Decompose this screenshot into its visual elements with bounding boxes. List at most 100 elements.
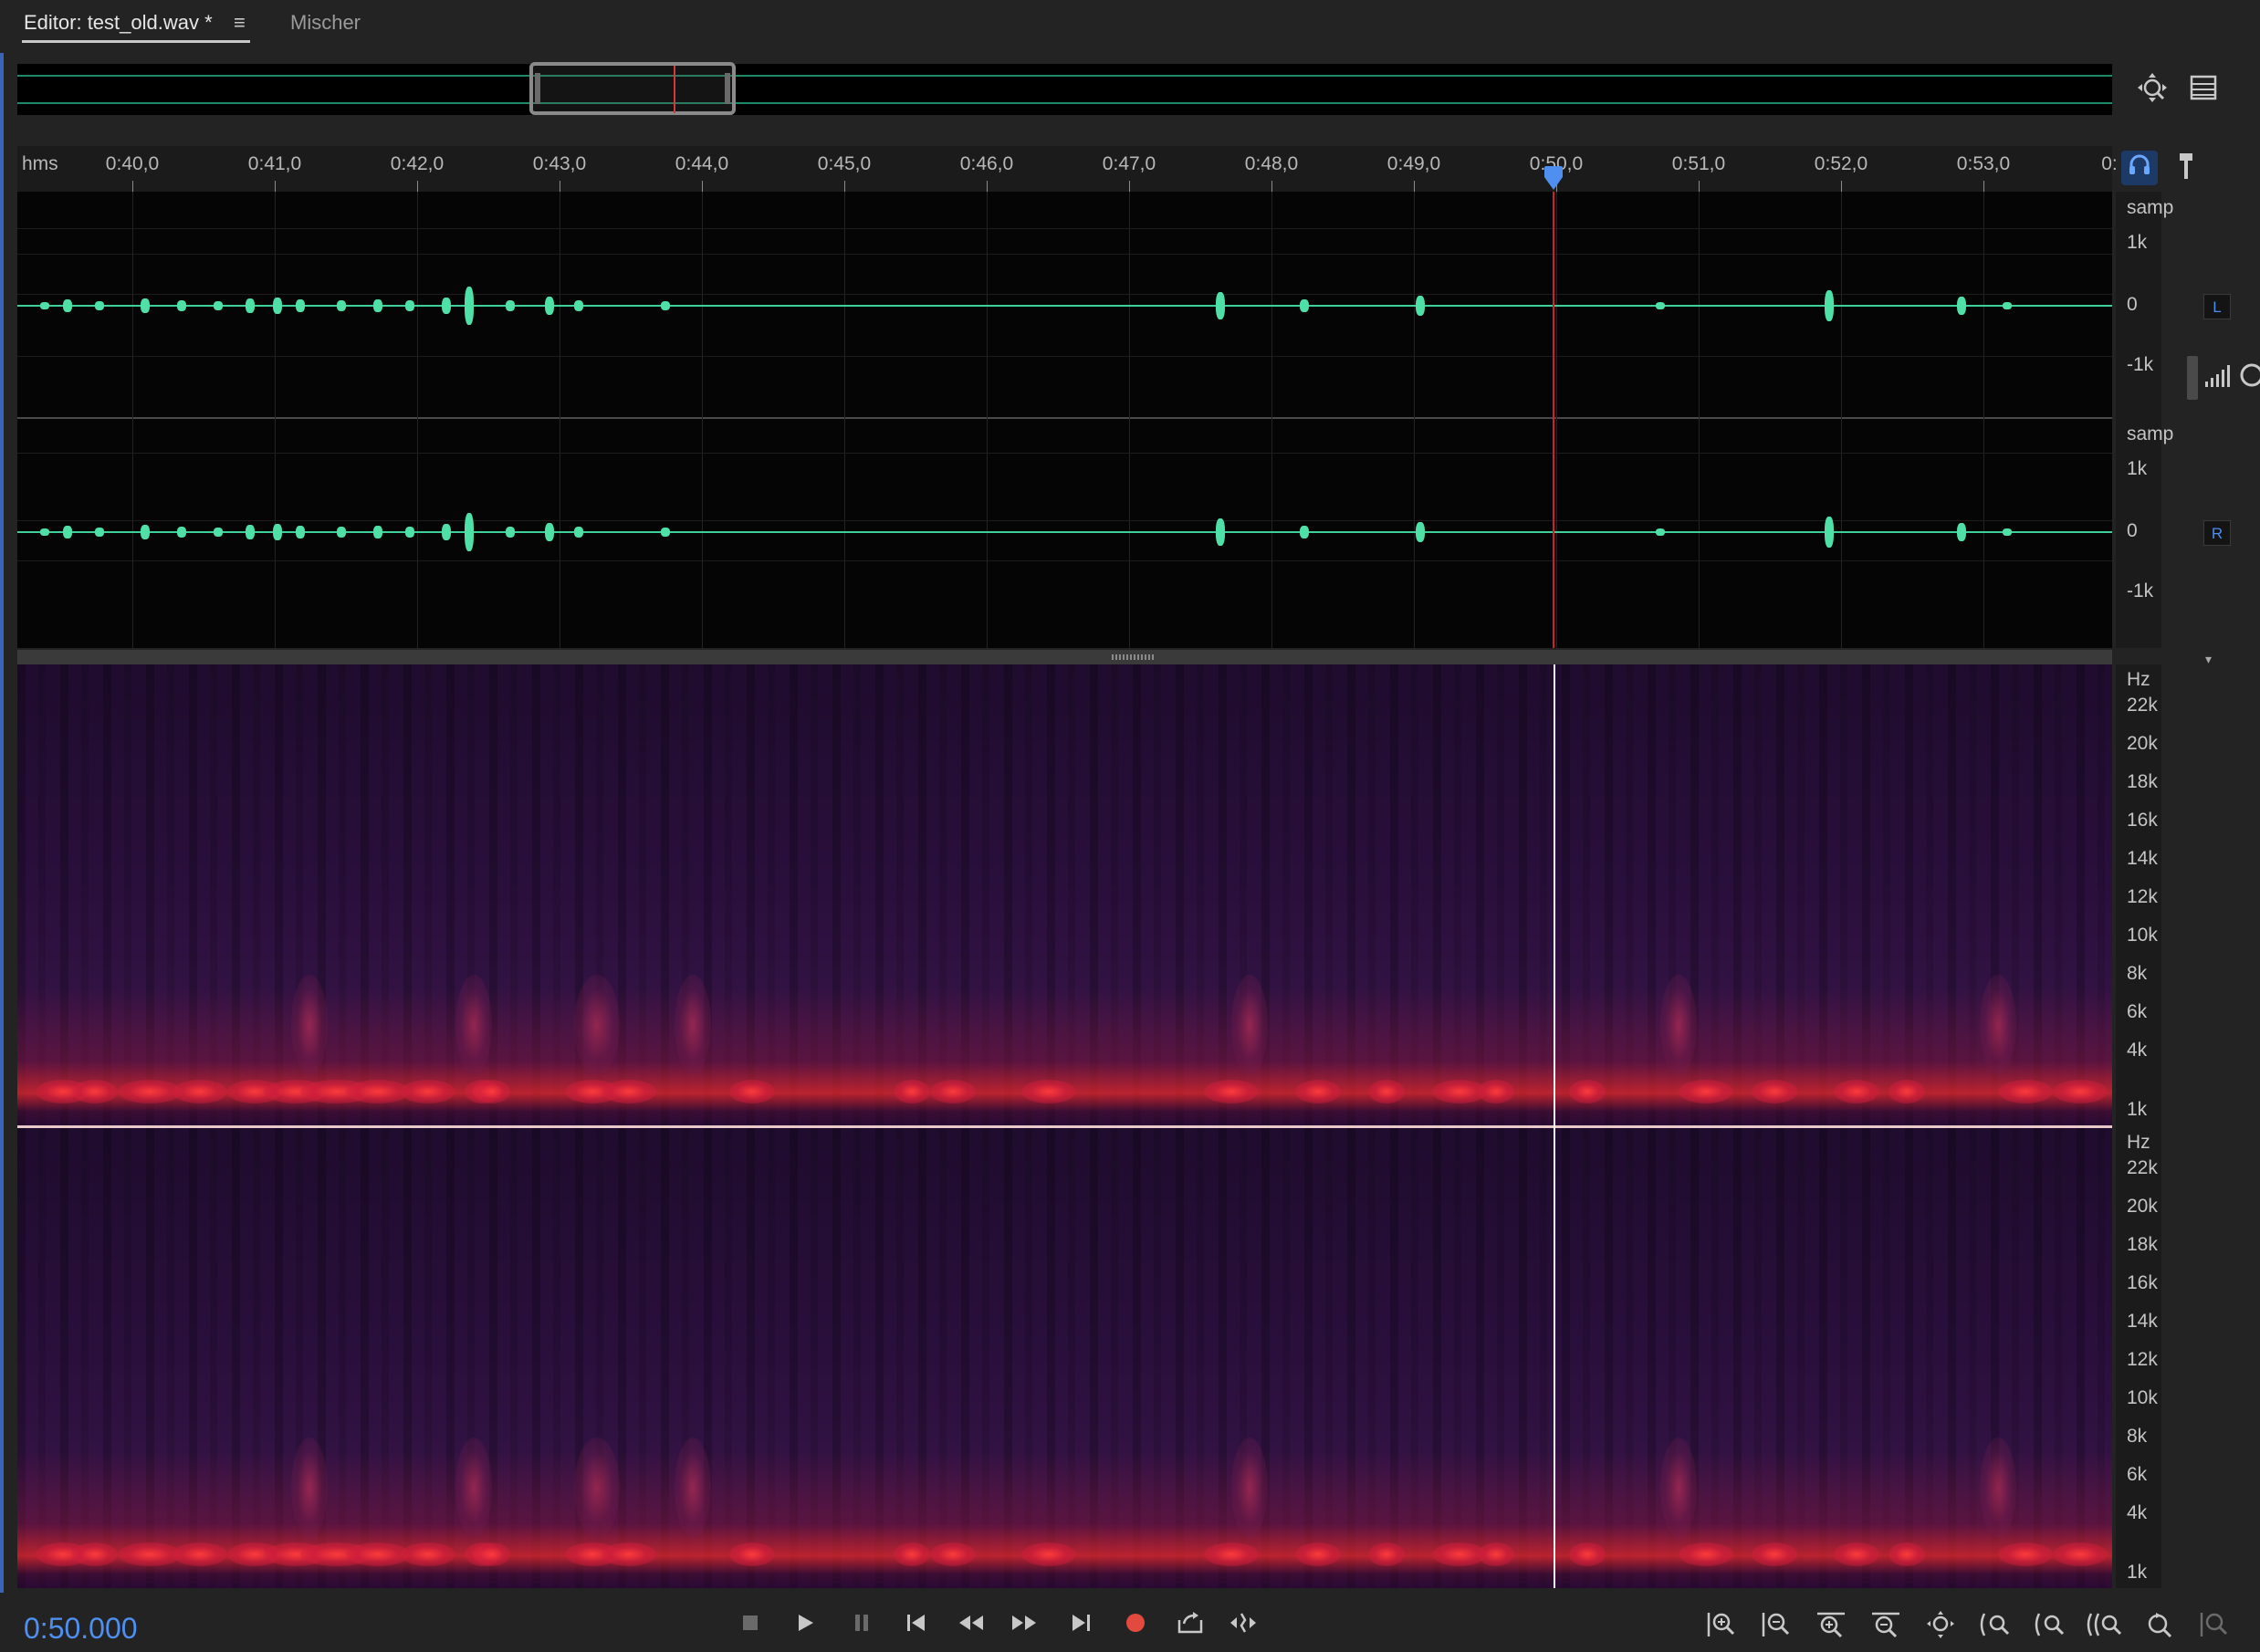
waveform-peak <box>506 300 515 311</box>
tab-mixer[interactable]: Mischer <box>290 11 361 35</box>
panel-left-rail <box>0 0 4 1652</box>
waveform-peak <box>1656 528 1665 536</box>
ruler-tick <box>275 181 276 192</box>
overview-handle-left[interactable] <box>535 73 540 104</box>
amplitude-grid-line <box>17 560 2112 561</box>
spectral-display-left[interactable] <box>17 664 2112 1125</box>
frequency-label: 22k <box>2127 1157 2158 1178</box>
waveform-peak <box>1416 296 1425 316</box>
spectral-warm-region <box>455 1438 492 1538</box>
frequency-unit: Hz <box>2127 1132 2150 1153</box>
zoom-full-icon[interactable] <box>2134 71 2171 111</box>
zoom-out-amplitude-icon[interactable] <box>1756 1610 1796 1646</box>
loop-playback-button[interactable] <box>1172 1611 1208 1641</box>
ruler-tick <box>1129 181 1130 192</box>
zoom-in-time-icon[interactable] <box>1811 1610 1851 1646</box>
channel-divider <box>17 417 2112 419</box>
skip-to-start-button[interactable] <box>898 1611 935 1640</box>
time-grid-line <box>1983 192 1984 648</box>
splitter-grip[interactable] <box>1112 654 1154 660</box>
frequency-label: 16k <box>2127 1272 2158 1293</box>
skip-selection-button[interactable] <box>1225 1611 1261 1641</box>
tab-menu-icon[interactable]: ≡ <box>234 11 246 35</box>
tab-editor[interactable]: Editor: test_old.wav * <box>24 11 213 35</box>
waveform-peak <box>95 528 104 537</box>
waveform-peak <box>63 299 72 312</box>
spectral-hotspot <box>1368 1542 1405 1566</box>
zoom-to-playhead-icon[interactable] <box>2194 1610 2234 1646</box>
stop-button[interactable] <box>732 1611 769 1640</box>
waveform-peak <box>177 300 186 311</box>
time-grid-line <box>132 192 133 648</box>
ruler-tick <box>1271 181 1272 192</box>
view-splitter[interactable] <box>17 650 2112 664</box>
zoom-reset-icon[interactable] <box>2140 1610 2180 1646</box>
current-time-display[interactable]: 0:50.000 <box>24 1612 138 1646</box>
zoom-out-time-icon[interactable] <box>1866 1610 1906 1646</box>
channel-left-button[interactable]: L <box>2203 294 2231 319</box>
zoom-selection-icon[interactable] <box>1975 1610 2015 1646</box>
rewind-button[interactable] <box>953 1611 989 1640</box>
amplitude-scroll-handle[interactable] <box>2187 356 2198 400</box>
list-icon[interactable] <box>2185 73 2222 110</box>
amplitude-ruler <box>2116 192 2161 648</box>
time-ruler[interactable]: hms 0:40,0 0:41,0 0:42,0 0:43,0 0:44,0 0:45,0… <box>17 146 2118 192</box>
playhead-handle[interactable] <box>1543 166 1564 192</box>
ruler-tick-label: 0:48,0 <box>1244 153 1299 174</box>
fast-forward-button[interactable] <box>1006 1611 1042 1640</box>
spectral-hotspot <box>894 1080 930 1103</box>
spectral-hotspot <box>1889 1080 1925 1103</box>
spectral-hotspot <box>2053 1080 2108 1103</box>
time-grid-line <box>1271 192 1272 648</box>
pause-button[interactable] <box>843 1611 880 1640</box>
time-grid-line <box>1556 192 1557 648</box>
spectral-warm-region <box>1980 975 2016 1075</box>
waveform-peak <box>1300 299 1309 312</box>
frequency-label: 8k <box>2127 1426 2148 1447</box>
time-grid-line <box>1414 192 1415 648</box>
marker-pin-icon[interactable] <box>2172 152 2200 188</box>
overview-playhead <box>674 66 675 113</box>
frequency-ruler <box>2116 664 2161 1588</box>
channel-right-button[interactable]: R <box>2203 520 2231 546</box>
overview-navigator[interactable] <box>17 64 2112 115</box>
spectral-hotspot <box>729 1080 775 1103</box>
time-grid-line <box>275 192 276 648</box>
spectral-hotspot <box>401 1080 455 1103</box>
spectral-hotspot <box>474 1542 510 1566</box>
spectral-hotspot <box>2053 1542 2108 1566</box>
waveform-peak <box>2003 528 2012 536</box>
waveform-trace <box>17 305 2112 307</box>
spectral-hotspot <box>173 1542 227 1566</box>
record-button[interactable] <box>1117 1611 1154 1640</box>
spectral-hotspot <box>1679 1542 1733 1566</box>
skip-to-end-button[interactable] <box>1062 1611 1099 1640</box>
collapse-chevron-icon[interactable]: ▾ <box>2205 652 2220 666</box>
zoom-full-icon[interactable] <box>1920 1610 1961 1646</box>
zoom-out-selection-icon[interactable] <box>2030 1610 2070 1646</box>
ruler-tick <box>417 181 418 192</box>
zoom-both-edges-icon[interactable] <box>2085 1610 2125 1646</box>
overview-handle-right[interactable] <box>725 73 730 104</box>
waveform-peak <box>1825 517 1834 548</box>
waveform-peak <box>545 523 554 541</box>
ruler-tick-label: 0:45,0 <box>817 153 872 174</box>
ruler-unit-label: hms <box>22 153 58 174</box>
waveform-peak <box>1416 522 1425 542</box>
frequency-unit: Hz <box>2127 669 2150 690</box>
ruler-tick-label: 0:51,0 <box>1671 153 1726 174</box>
reset-zoom-icon[interactable] <box>2238 361 2260 389</box>
frequency-label: 1k <box>2127 1562 2148 1583</box>
spectral-hotspot <box>1998 1080 2053 1103</box>
amplitude-grid-line <box>17 228 2112 229</box>
spectral-hotspot <box>1021 1542 1076 1566</box>
play-button[interactable] <box>787 1611 823 1640</box>
frequency-label: 16k <box>2127 810 2158 831</box>
ruler-tick-label: 0:41,0 <box>247 153 302 174</box>
headphones-icon[interactable] <box>2121 151 2158 185</box>
waveform-display[interactable] <box>17 192 2112 648</box>
waveform-peak <box>273 298 282 314</box>
spectral-display-right[interactable] <box>17 1127 2112 1588</box>
zoom-in-amplitude-icon[interactable] <box>1701 1610 1742 1646</box>
overview-zoom-window[interactable] <box>529 62 736 115</box>
